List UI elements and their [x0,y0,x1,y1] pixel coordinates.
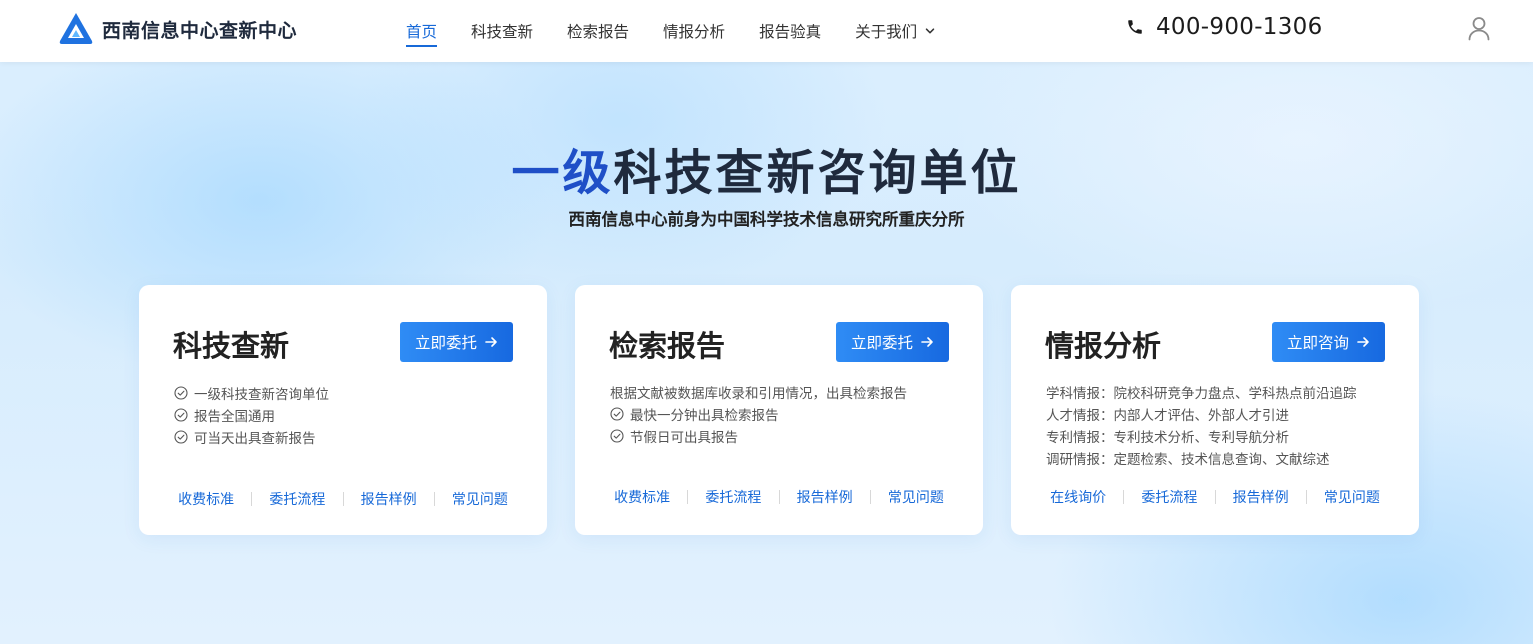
top-header: 西南信息中心查新中心 首页 科技查新 检索报告 情报分析 报告验真 关于我们 4… [0,0,1533,62]
feature-text: 最快一分钟出具检索报告 [630,408,779,424]
link-sample[interactable]: 报告样例 [344,489,434,509]
card-links: 收费标准 委托流程 报告样例 常见问题 [597,487,961,507]
nav-item-label: 报告验真 [759,23,822,41]
hero-title-accent: 一级 [511,145,614,201]
feature-line: 报告全国通用 [174,404,329,426]
hotline-number: 400-900-1306 [1156,14,1323,40]
feature-line: 人才情报：内部人才评估、外部人才引进 [1046,403,1357,425]
link-faq[interactable]: 常见问题 [435,489,525,509]
hero-title-rest: 科技查新咨询单位 [613,145,1022,201]
logo-mark-icon [59,13,93,44]
feature-line: 可当天出具查新报告 [174,426,329,448]
service-card-search-report: 检索报告 立即委托 根据文献被数据库收录和引用情况，出具检索报告 最快一分钟出具… [575,285,983,535]
link-online-quote[interactable]: 在线询价 [1033,487,1123,507]
consult-button[interactable]: 立即咨询 [1272,322,1385,362]
feature-line: 专利情报：专利技术分析、专利导航分析 [1046,425,1357,447]
card-title: 情报分析 [1045,329,1162,363]
feature-text: 报告全国通用 [194,409,275,425]
link-faq[interactable]: 常见问题 [871,487,961,507]
service-card-intelligence-analysis: 情报分析 立即咨询 学科情报：院校科研竞争力盘点、学科热点前沿追踪 人才情报：内… [1011,285,1419,535]
entrust-button[interactable]: 立即委托 [400,322,513,362]
feature-line: 调研情报：定题检索、技术信息查询、文献综述 [1046,447,1357,469]
chevron-down-icon [925,28,935,34]
card-features: 根据文献被数据库收录和引用情况，出具检索报告 最快一分钟出具检索报告 节假日可出… [610,381,907,447]
nav-item-report-verify[interactable]: 报告验真 [759,0,821,62]
service-card-novelty-search: 科技查新 立即委托 一级科技查新咨询单位 报告全国通用 可当天出具查新报告 收费… [139,285,547,535]
logo-text: 西南信息中心查新中心 [102,19,298,42]
feature-line: 根据文献被数据库收录和引用情况，出具检索报告 [610,381,907,403]
check-circle-icon [174,408,188,422]
user-icon[interactable] [1466,15,1492,41]
card-features: 一级科技查新咨询单位 报告全国通用 可当天出具查新报告 [174,382,329,448]
feature-line: 一级科技查新咨询单位 [174,382,329,404]
feature-text: 一级科技查新咨询单位 [194,387,329,403]
link-process[interactable]: 委托流程 [252,489,342,509]
nav-item-label: 情报分析 [663,23,726,41]
nav-item-about-us[interactable]: 关于我们 [855,0,935,62]
card-features: 学科情报：院校科研竞争力盘点、学科热点前沿追踪 人才情报：内部人才评估、外部人才… [1046,381,1357,469]
feature-text: 可当天出具查新报告 [194,431,316,447]
feature-text: 节假日可出具报告 [630,430,738,446]
card-title: 科技查新 [173,329,290,363]
card-title: 检索报告 [609,329,726,363]
check-circle-icon [610,407,624,421]
arrow-right-icon [485,337,497,347]
link-pricing[interactable]: 收费标准 [161,489,251,509]
nav-item-home[interactable]: 首页 [406,0,438,62]
feature-line: 最快一分钟出具检索报告 [610,403,907,425]
link-sample[interactable]: 报告样例 [1216,487,1306,507]
hotline[interactable]: 400-900-1306 [1126,14,1323,40]
button-label: 立即咨询 [1286,334,1349,352]
feature-text: 专利情报：专利技术分析、专利导航分析 [1046,430,1289,446]
button-label: 立即委托 [850,334,913,352]
phone-icon [1128,20,1142,34]
feature-line: 节假日可出具报告 [610,425,907,447]
nav-item-label: 关于我们 [855,23,918,41]
check-circle-icon [610,429,624,443]
check-circle-icon [174,430,188,444]
link-pricing[interactable]: 收费标准 [597,487,687,507]
link-sample[interactable]: 报告样例 [780,487,870,507]
feature-text: 人才情报：内部人才评估、外部人才引进 [1046,408,1289,424]
nav-item-novelty-search[interactable]: 科技查新 [471,0,533,62]
link-faq[interactable]: 常见问题 [1307,487,1397,507]
site-logo[interactable]: 西南信息中心查新中心 [58,11,297,47]
nav-item-search-report[interactable]: 检索报告 [567,0,629,62]
feature-text: 调研情报：定题检索、技术信息查询、文献综述 [1046,452,1330,468]
nav-item-label: 科技查新 [471,23,534,41]
feature-text: 根据文献被数据库收录和引用情况，出具检索报告 [610,386,907,402]
main-nav: 首页 科技查新 检索报告 情报分析 报告验真 关于我们 [406,0,969,62]
link-process[interactable]: 委托流程 [688,487,778,507]
hero-title: 一级科技查新咨询单位 [0,133,1533,203]
feature-text: 学科情报：院校科研竞争力盘点、学科热点前沿追踪 [1046,386,1357,402]
nav-item-label: 检索报告 [567,23,630,41]
check-circle-icon [174,386,188,400]
nav-item-label: 首页 [406,23,438,41]
feature-line: 学科情报：院校科研竞争力盘点、学科热点前沿追踪 [1046,381,1357,403]
nav-item-intelligence-analysis[interactable]: 情报分析 [663,0,725,62]
hero-subtitle: 西南信息中心前身为中国科学技术信息研究所重庆分所 [568,210,965,229]
card-links: 收费标准 委托流程 报告样例 常见问题 [161,489,525,509]
arrow-right-icon [921,337,933,347]
button-label: 立即委托 [414,334,477,352]
link-process[interactable]: 委托流程 [1124,487,1214,507]
entrust-button[interactable]: 立即委托 [836,322,949,362]
card-links: 在线询价 委托流程 报告样例 常见问题 [1033,487,1397,507]
arrow-right-icon [1357,337,1369,347]
